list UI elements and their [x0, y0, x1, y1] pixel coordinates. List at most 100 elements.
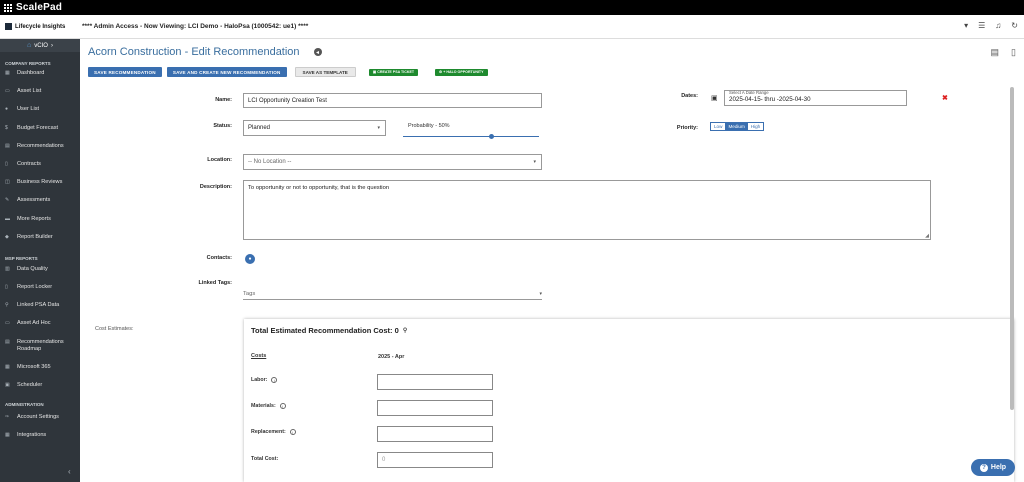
- save-and-create-new-button[interactable]: SAVE AND CREATE NEW RECOMMENDATION: [166, 67, 287, 77]
- sidebar-item-data-quality[interactable]: ▥ Data Quality: [0, 266, 80, 284]
- period-header: 2025 - Apr: [378, 354, 405, 360]
- status-label: Status:: [213, 123, 232, 129]
- user-icon: ●: [5, 106, 9, 113]
- apps-grid-icon[interactable]: [4, 3, 12, 12]
- status-select[interactable]: Planned ▾: [243, 120, 386, 136]
- locker-icon: ▯: [5, 284, 8, 291]
- folder-icon: ▬: [5, 215, 10, 222]
- name-label: Name:: [215, 97, 232, 103]
- list-icon: ▤: [5, 142, 10, 149]
- calendar-icon[interactable]: ▣: [711, 94, 718, 102]
- edit-icon: ✎: [5, 197, 10, 204]
- cost-estimate-panel: Total Estimated Recommendation Cost: 0 ⚲…: [244, 319, 1014, 482]
- list-icon[interactable]: ☰: [978, 21, 985, 30]
- sidebar-item-linked-psa-data[interactable]: ⚲ Linked PSA Data: [0, 302, 80, 320]
- sidebar-item-contracts[interactable]: ▯ Contracts: [0, 161, 80, 179]
- description-textarea[interactable]: To opportunity or not to opportunity, th…: [243, 180, 931, 240]
- clear-date-icon[interactable]: ✖: [942, 94, 948, 102]
- sidebar: ⌂ vCIO › COMPANY REPORTS ▦ Dashboard ▭ Ass…: [0, 39, 80, 482]
- integrations-icon: ▦: [5, 432, 10, 439]
- sidebar-section-title: MSP REPORTS: [5, 255, 38, 261]
- sidebar-item-recommendations-roadmap[interactable]: ▤ Recommendations Roadmap: [0, 339, 80, 364]
- collapse-sidebar-icon[interactable]: ‹: [68, 467, 71, 476]
- app-header: Lifecycle Insights **** Admin Access - N…: [0, 15, 1024, 39]
- home-icon: ⌂: [27, 42, 32, 49]
- sidebar-item-asset-list[interactable]: ▭ Asset List: [0, 88, 80, 106]
- create-psa-ticket-button[interactable]: ▣ CREATE PSA TICKET: [368, 68, 419, 76]
- replacement-input[interactable]: [377, 426, 493, 442]
- vcio-selector[interactable]: ⌂ vCIO ›: [0, 39, 80, 52]
- sidebar-section-title: ADMINISTRATION: [5, 402, 44, 407]
- sidebar-item-assessments[interactable]: ✎ Assessments: [0, 197, 80, 215]
- document-icon[interactable]: ▯: [1011, 47, 1016, 58]
- total-cost-title: Total Estimated Recommendation Cost: 0 ⚲: [251, 326, 408, 335]
- sidebar-item-more-reports[interactable]: ▬ More Reports: [0, 216, 80, 234]
- admin-access-banner: **** Admin Access - Now Viewing: LCI Dem…: [82, 23, 309, 30]
- save-as-template-button[interactable]: SAVE AS TEMPLATE: [294, 67, 356, 77]
- sidebar-item-report-builder[interactable]: ◆ Report Builder: [0, 234, 80, 252]
- info-icon[interactable]: i: [289, 429, 296, 435]
- calendar-icon: ▣: [5, 381, 10, 388]
- chevron-right-icon: ›: [50, 42, 53, 49]
- quality-icon: ▥: [5, 265, 10, 272]
- labor-input[interactable]: [377, 374, 493, 390]
- resize-handle-icon[interactable]: ◢: [925, 233, 929, 239]
- magnify-icon[interactable]: ⚲: [403, 327, 407, 334]
- chat-icon: ◫: [5, 179, 10, 186]
- sidebar-item-report-locker[interactable]: ▯ Report Locker: [0, 284, 80, 302]
- microsoft-icon: ▦: [5, 363, 10, 370]
- sidebar-item-user-list[interactable]: ● User List: [0, 106, 80, 124]
- priority-low[interactable]: Low: [711, 123, 725, 130]
- materials-input[interactable]: [377, 400, 493, 416]
- halo-opportunity-button[interactable]: ⚙ + HALO OPPORTUNITY: [435, 68, 488, 76]
- caret-down-icon[interactable]: ▾: [964, 21, 968, 30]
- labor-label: Labor: i: [251, 377, 278, 383]
- dollar-icon: $: [5, 124, 8, 131]
- asset-icon: ▭: [5, 320, 10, 327]
- info-icon[interactable]: i: [271, 377, 278, 383]
- page-actions: ▤ ▯: [991, 47, 1016, 58]
- name-input[interactable]: LCI Opportunity Creation Test: [243, 93, 542, 108]
- caret-down-icon: ▾: [533, 159, 536, 165]
- monitor-icon: ▭: [5, 88, 10, 95]
- location-select[interactable]: -- No Location -- ▾: [243, 154, 542, 170]
- sidebar-item-microsoft-365[interactable]: ▦ Microsoft 365: [0, 364, 80, 382]
- back-arrow-icon[interactable]: ◂: [313, 48, 322, 56]
- builder-icon: ◆: [5, 233, 9, 240]
- add-contact-icon[interactable]: ●: [245, 254, 255, 264]
- logo-text: Lifecycle Insights: [15, 23, 66, 30]
- sidebar-item-account-settings[interactable]: ✑ Account Settings: [0, 414, 80, 432]
- help-button[interactable]: ? Help: [971, 459, 1015, 476]
- date-range-hint: Select A Date Range: [729, 90, 769, 95]
- sidebar-item-asset-ad-hoc[interactable]: ▭ Asset Ad Hoc: [0, 320, 80, 338]
- materials-label: Materials: i: [251, 403, 286, 409]
- sidebar-item-budget-forecast[interactable]: $ Budget Forecast: [0, 125, 80, 143]
- probability-slider-track[interactable]: [403, 136, 539, 137]
- refresh-icon[interactable]: ↻: [1011, 21, 1018, 30]
- info-icon[interactable]: i: [279, 403, 286, 409]
- link-icon: ⚲: [5, 302, 9, 309]
- sidebar-item-scheduler[interactable]: ▣ Scheduler: [0, 382, 80, 400]
- question-icon: ?: [979, 463, 988, 472]
- document-icon: ▯: [5, 160, 8, 167]
- sidebar-item-integrations[interactable]: ▦ Integrations: [0, 432, 80, 450]
- sidebar-item-recommendations[interactable]: ▤ Recommendations: [0, 143, 80, 161]
- bell-icon[interactable]: ♫: [995, 21, 1001, 30]
- page-scrollbar[interactable]: [1010, 87, 1014, 410]
- tags-select[interactable]: Tags ▾: [243, 288, 542, 300]
- replacement-label: Replacement: i: [251, 429, 296, 435]
- priority-high[interactable]: High: [748, 123, 763, 130]
- sidebar-section-title: COMPANY REPORTS: [5, 61, 51, 66]
- sidebar-item-dashboard[interactable]: ▦ Dashboard: [0, 70, 80, 88]
- card-view-icon[interactable]: ▤: [991, 47, 1000, 58]
- sidebar-item-business-reviews[interactable]: ◫ Business Reviews: [0, 179, 80, 197]
- priority-toggle: Low Medium High: [710, 122, 765, 131]
- action-button-row: SAVE RECOMMENDATION SAVE AND CREATE NEW …: [88, 67, 488, 77]
- caret-down-icon: ▾: [377, 125, 380, 131]
- priority-medium[interactable]: Medium: [725, 123, 748, 130]
- caret-down-icon: ▾: [539, 290, 542, 297]
- page-title: Acorn Construction - Edit Recommendation: [88, 46, 300, 58]
- probability-slider-handle[interactable]: [489, 134, 494, 139]
- app-logo[interactable]: Lifecycle Insights: [0, 23, 80, 30]
- save-recommendation-button[interactable]: SAVE RECOMMENDATION: [88, 67, 162, 77]
